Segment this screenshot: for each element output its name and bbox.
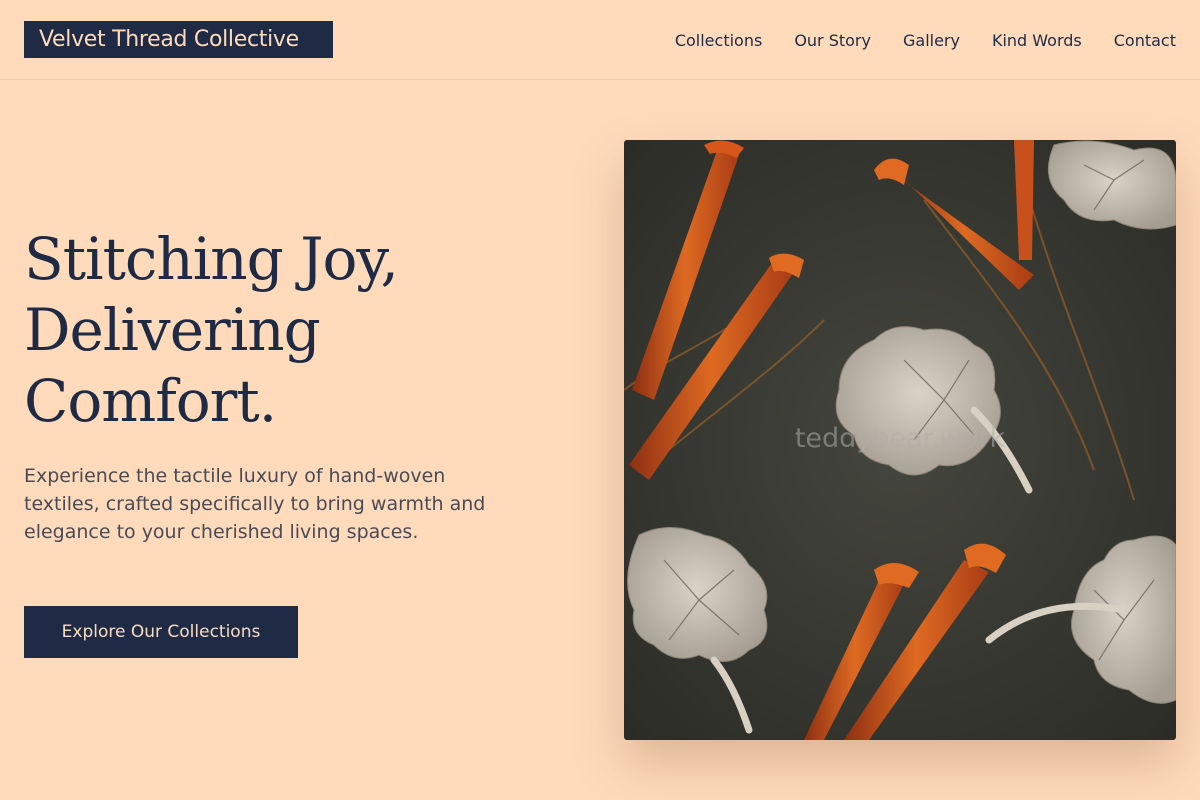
- nav-link-our-story[interactable]: Our Story: [794, 31, 871, 50]
- hero-image: teddybear.work: [624, 140, 1176, 740]
- floral-fabric-image: [624, 140, 1176, 740]
- site-header: Velvet Thread Collective Collections Our…: [0, 0, 1200, 80]
- nav-link-gallery[interactable]: Gallery: [903, 31, 960, 50]
- hero-title-line: Comfort.: [24, 367, 277, 435]
- explore-collections-button[interactable]: Explore Our Collections: [24, 606, 298, 658]
- hero-title-line: Delivering: [24, 296, 321, 364]
- nav-link-contact[interactable]: Contact: [1114, 31, 1176, 50]
- hero-description: Experience the tactile luxury of hand-wo…: [24, 465, 486, 543]
- nav-link-kind-words[interactable]: Kind Words: [992, 31, 1082, 50]
- nav-link-collections[interactable]: Collections: [675, 31, 762, 50]
- brand-logo[interactable]: Velvet Thread Collective: [24, 21, 333, 58]
- hero-title: Stitching Joy, Delivering Comfort.: [24, 224, 544, 437]
- main-nav: Collections Our Story Gallery Kind Words…: [675, 0, 1176, 80]
- hero-title-line: Stitching Joy,: [24, 225, 399, 293]
